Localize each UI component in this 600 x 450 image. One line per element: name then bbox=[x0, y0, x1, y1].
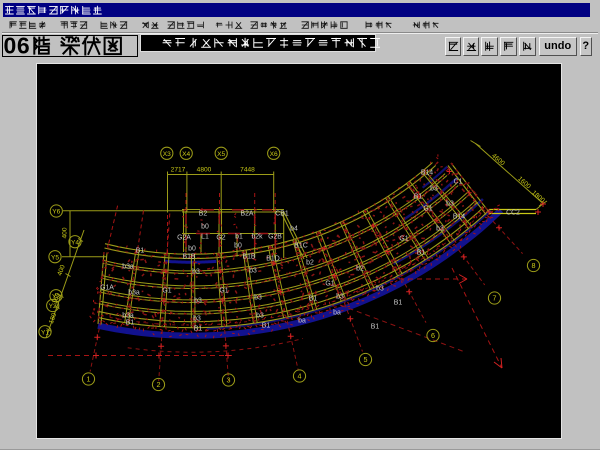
svg-text:06: 06 bbox=[4, 33, 31, 59]
